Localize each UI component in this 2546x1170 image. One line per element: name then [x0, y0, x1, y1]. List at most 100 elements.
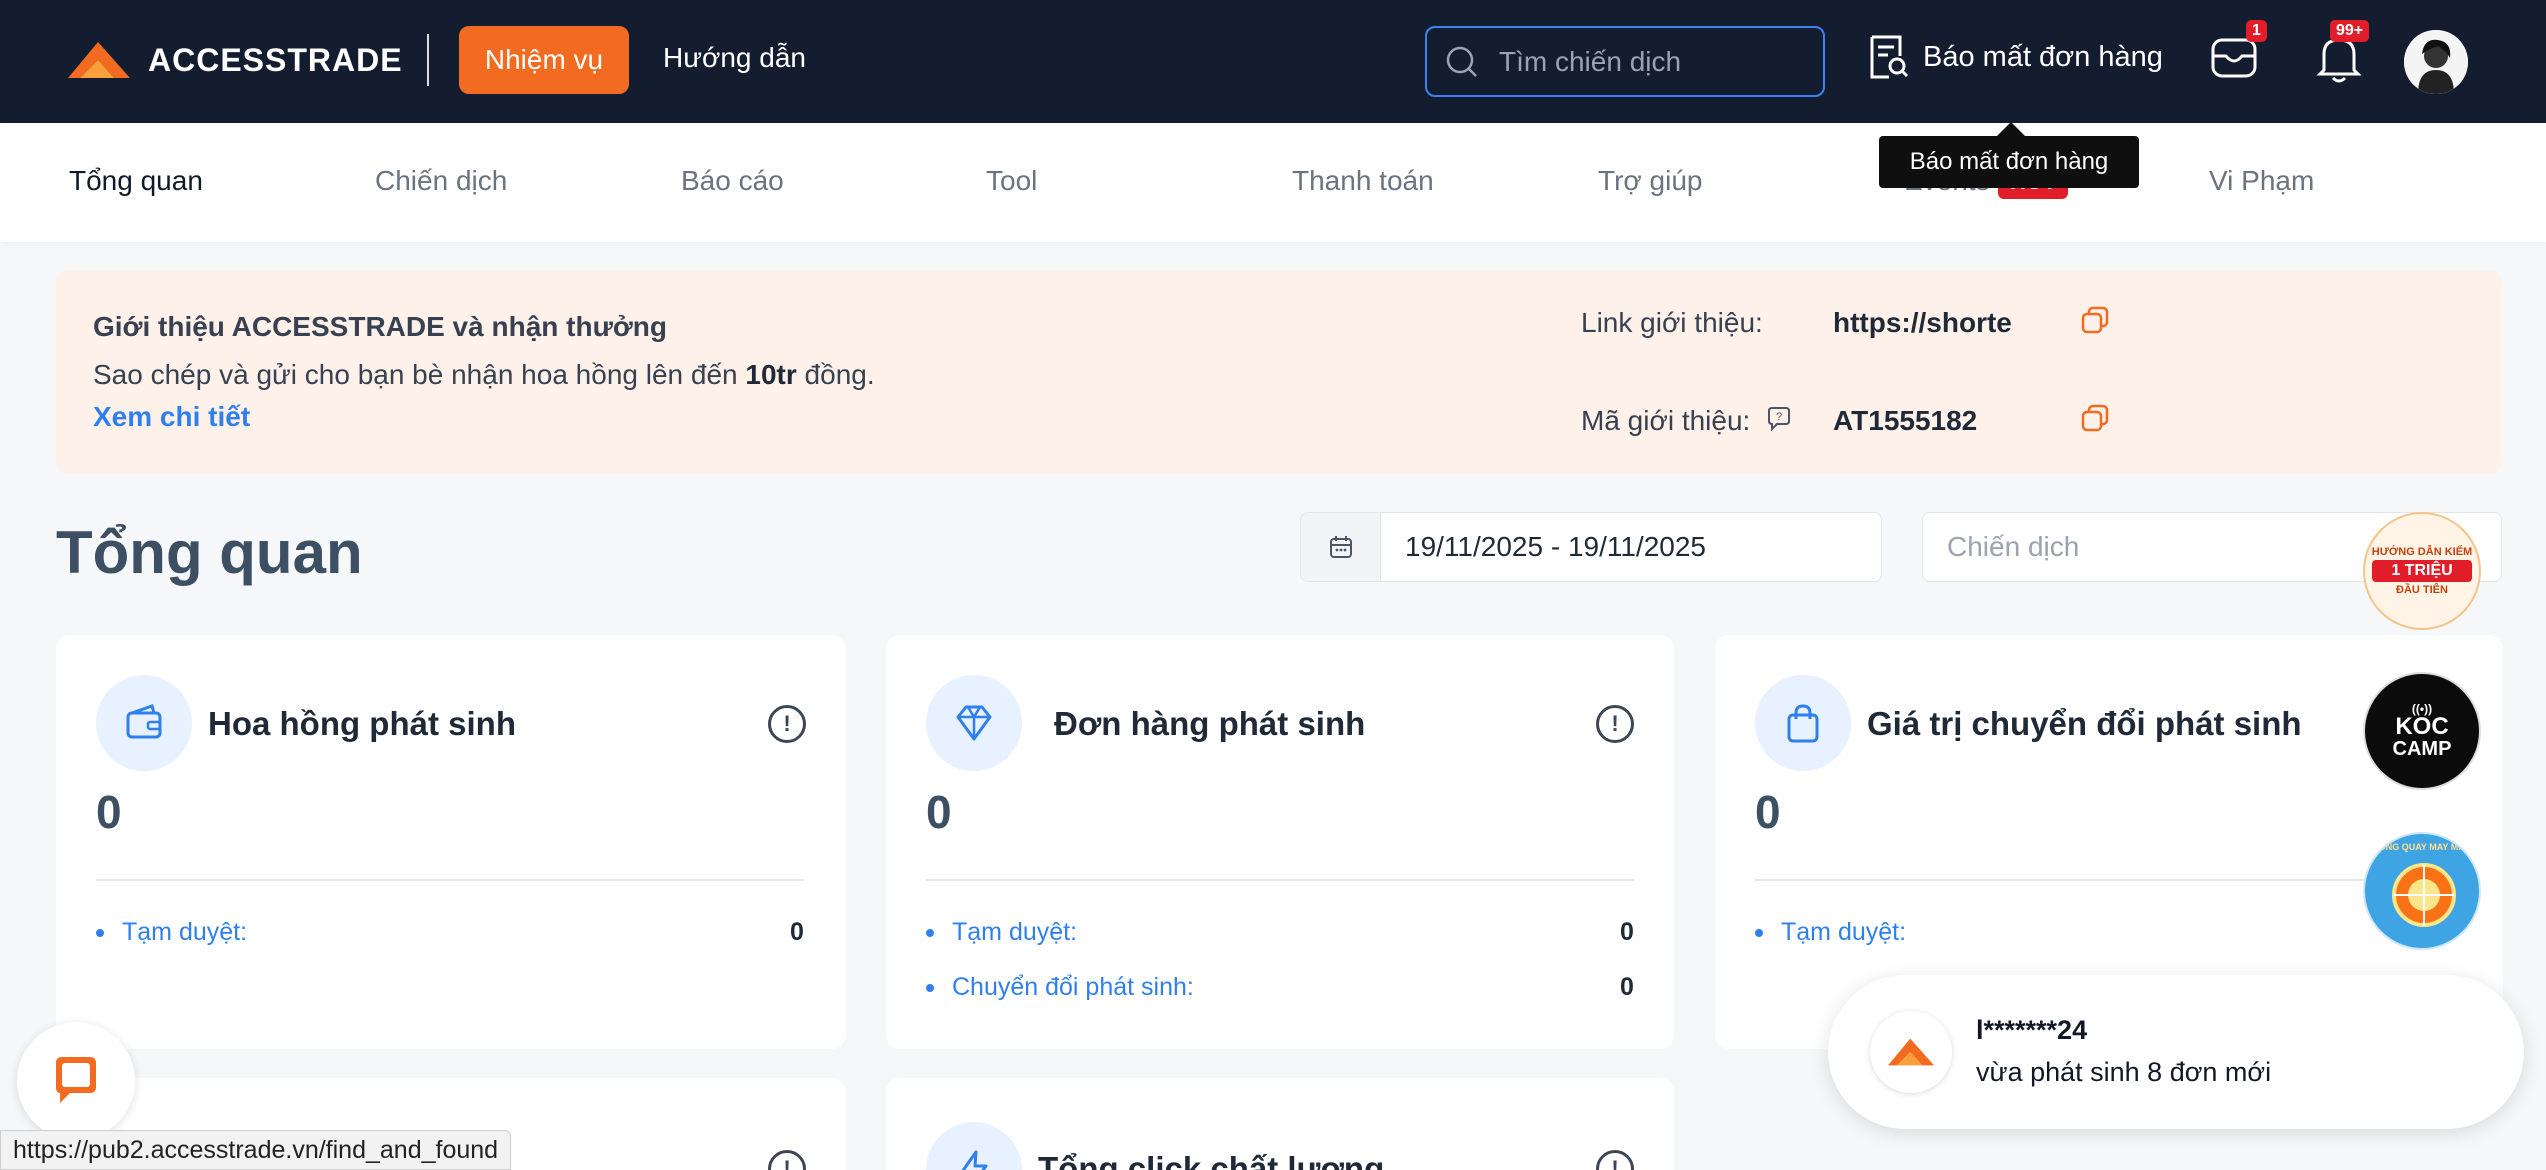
nav-vi-pham[interactable]: Vi Phạm	[2209, 165, 2314, 197]
mail-badge: 1	[2246, 20, 2267, 42]
card-title: Hoa hồng phát sinh	[208, 705, 516, 742]
referral-banner: Giới thiệu ACCESSTRADE và nhận thưởng Sa…	[56, 271, 2502, 474]
card-title: Tổng click chất lượng	[1038, 1150, 1385, 1170]
koc-camp-badge[interactable]: ((•)) KOC CAMP	[2363, 672, 2481, 790]
card-value: 0	[926, 786, 952, 838]
accesstrade-logo-icon	[68, 42, 130, 78]
date-range-picker[interactable]: 19/11/2025 - 19/11/2025	[1300, 512, 1882, 582]
referral-code-value: AT1555182	[1833, 405, 1978, 436]
accesstrade-logo-icon	[1887, 1038, 1935, 1066]
svg-text:?: ?	[1776, 411, 1782, 423]
row-label: Tạm duyệt:	[96, 918, 247, 947]
wallet-icon	[126, 704, 162, 739]
bag-icon	[1787, 704, 1819, 743]
copy-link-icon[interactable]	[2080, 305, 2110, 335]
card-value: 0	[1755, 786, 1781, 838]
wheel-icon	[2392, 863, 2456, 927]
chat-icon	[56, 1057, 96, 1103]
card-title: Giá trị chuyển đổi phát sinh	[1867, 705, 2302, 742]
info-icon[interactable]: !	[768, 1150, 806, 1170]
notification-user: l*******24	[1976, 1015, 2088, 1045]
card-tong-click: Tổng click chất lượng !	[886, 1078, 1674, 1170]
help-chat-icon[interactable]: ?	[1766, 406, 1792, 432]
bao-mat-tooltip: Báo mất đơn hàng	[1879, 122, 2139, 188]
row-value: 0	[790, 918, 804, 946]
koc-label: KOC	[2395, 713, 2449, 740]
card-divider	[926, 879, 1634, 881]
notification-message: vừa phát sinh 8 đơn mới	[1976, 1057, 2272, 1087]
nav-thanh-toan[interactable]: Thanh toán	[1292, 165, 1434, 197]
lucky-wheel-label: VÒNG QUAY MAY MẮN	[2372, 842, 2472, 852]
card-value: 0	[96, 786, 122, 838]
guide-promo-line3: ĐẦU TIÊN	[2396, 584, 2448, 596]
guide-promo-line1: HƯỚNG DẪN KIẾM	[2371, 546, 2473, 558]
order-notification-toast[interactable]: l*******24 vừa phát sinh 8 đơn mới	[1828, 975, 2524, 1129]
nav-tool[interactable]: Tool	[986, 165, 1037, 197]
referral-description: Sao chép và gửi cho bạn bè nhận hoa hồng…	[93, 359, 875, 391]
row-label: Tạm duyệt:	[1755, 918, 1906, 947]
card-divider	[96, 879, 804, 881]
diamond-icon	[956, 705, 992, 741]
card-icon-circle	[96, 675, 192, 771]
card-don-hang: Đơn hàng phát sinh ! 0 Tạm duyệt: 0 Chuy…	[886, 635, 1674, 1049]
page-title: Tổng quan	[56, 519, 363, 586]
koc-camp-text: ((•)) KOC CAMP	[2393, 703, 2452, 759]
lucky-wheel-badge[interactable]: VÒNG QUAY MAY MẮN	[2363, 832, 2481, 950]
calendar-icon-box	[1301, 513, 1381, 581]
avatar-image-icon	[2404, 30, 2468, 94]
top-bar: ACCESSTRADE Nhiệm vụ Hướng dẫn Báo mất đ…	[0, 0, 2546, 123]
bao-mat-label: Báo mất đơn hàng	[1923, 40, 2163, 73]
lightning-icon	[961, 1150, 988, 1170]
lucky-wheel-graphic: VÒNG QUAY MAY MẮN	[2365, 834, 2479, 948]
avatar[interactable]	[2404, 30, 2468, 94]
nav-tong-quan[interactable]: Tổng quan	[69, 165, 203, 197]
guide-promo-text: HƯỚNG DẪN KIẾM 1 TRIỆU ĐẦU TIÊN	[2371, 546, 2473, 596]
status-bar-url: https://pub2.accesstrade.vn/find_and_fou…	[0, 1130, 512, 1170]
card-hoa-hong: Hoa hồng phát sinh ! 0 Tạm duyệt: 0	[56, 635, 846, 1049]
nav-chien-dich[interactable]: Chiến dịch	[375, 165, 507, 197]
live-chat-button[interactable]	[17, 1022, 135, 1140]
referral-desc-suffix: đồng.	[796, 359, 875, 390]
search-icon	[1446, 46, 1477, 77]
camp-label: CAMP	[2392, 738, 2452, 760]
card-icon-circle	[926, 1122, 1022, 1170]
row-value: 0	[1620, 973, 1634, 1001]
header-divider	[427, 34, 429, 86]
search-box[interactable]	[1425, 26, 1825, 97]
referral-title: Giới thiệu ACCESSTRADE và nhận thưởng	[93, 311, 667, 342]
referral-desc-text: Sao chép và gửi cho bạn bè nhận hoa hồng…	[93, 359, 746, 390]
bao-mat-don-hang-button[interactable]: Báo mất đơn hàng	[1867, 34, 2163, 80]
main-nav: Tổng quan Chiến dịch Báo cáo Tool Thanh …	[0, 123, 2546, 242]
brand-name: ACCESSTRADE	[148, 41, 403, 78]
referral-link-label: Link giới thiệu:	[1581, 307, 1763, 338]
card-icon-circle	[1755, 675, 1851, 771]
calendar-icon	[1329, 536, 1352, 558]
logo[interactable]: ACCESSTRADE	[64, 38, 403, 82]
card-icon-circle	[926, 675, 1022, 771]
referral-link-value: https://shorte	[1833, 307, 2012, 338]
report-order-icon	[1870, 35, 1909, 79]
card-title: Đơn hàng phát sinh	[1054, 705, 1366, 742]
search-input[interactable]	[1499, 45, 1799, 78]
card-divider	[1755, 879, 2463, 881]
copy-code-icon[interactable]	[2080, 403, 2110, 433]
guide-promo-line2: 1 TRIỆU	[2371, 560, 2473, 582]
row-label: Chuyển đổi phát sinh:	[926, 973, 1194, 1002]
date-range-value: 19/11/2025 - 19/11/2025	[1405, 531, 1706, 562]
info-icon[interactable]: !	[1596, 705, 1634, 743]
huong-dan-link[interactable]: Hướng dẫn	[663, 42, 806, 74]
notification-logo	[1870, 1011, 1952, 1093]
info-icon[interactable]: !	[1596, 1150, 1634, 1170]
nav-bao-cao[interactable]: Báo cáo	[681, 165, 784, 197]
guide-promo-badge[interactable]: HƯỚNG DẪN KIẾM 1 TRIỆU ĐẦU TIÊN	[2363, 512, 2481, 630]
row-value: 0	[1620, 918, 1634, 946]
referral-code-label: Mã giới thiệu:	[1581, 405, 1751, 436]
referral-desc-amount: 10tr	[745, 359, 797, 390]
notifications-button[interactable]: 99+	[2316, 20, 2370, 89]
info-icon[interactable]: !	[768, 705, 806, 743]
xem-chi-tiet-link[interactable]: Xem chi tiết	[93, 401, 250, 433]
mail-button[interactable]: 1	[2210, 20, 2267, 85]
bell-badge: 99+	[2330, 20, 2370, 42]
nav-tro-giup[interactable]: Trợ giúp	[1598, 165, 1702, 197]
nhiem-vu-button[interactable]: Nhiệm vụ	[459, 26, 629, 94]
